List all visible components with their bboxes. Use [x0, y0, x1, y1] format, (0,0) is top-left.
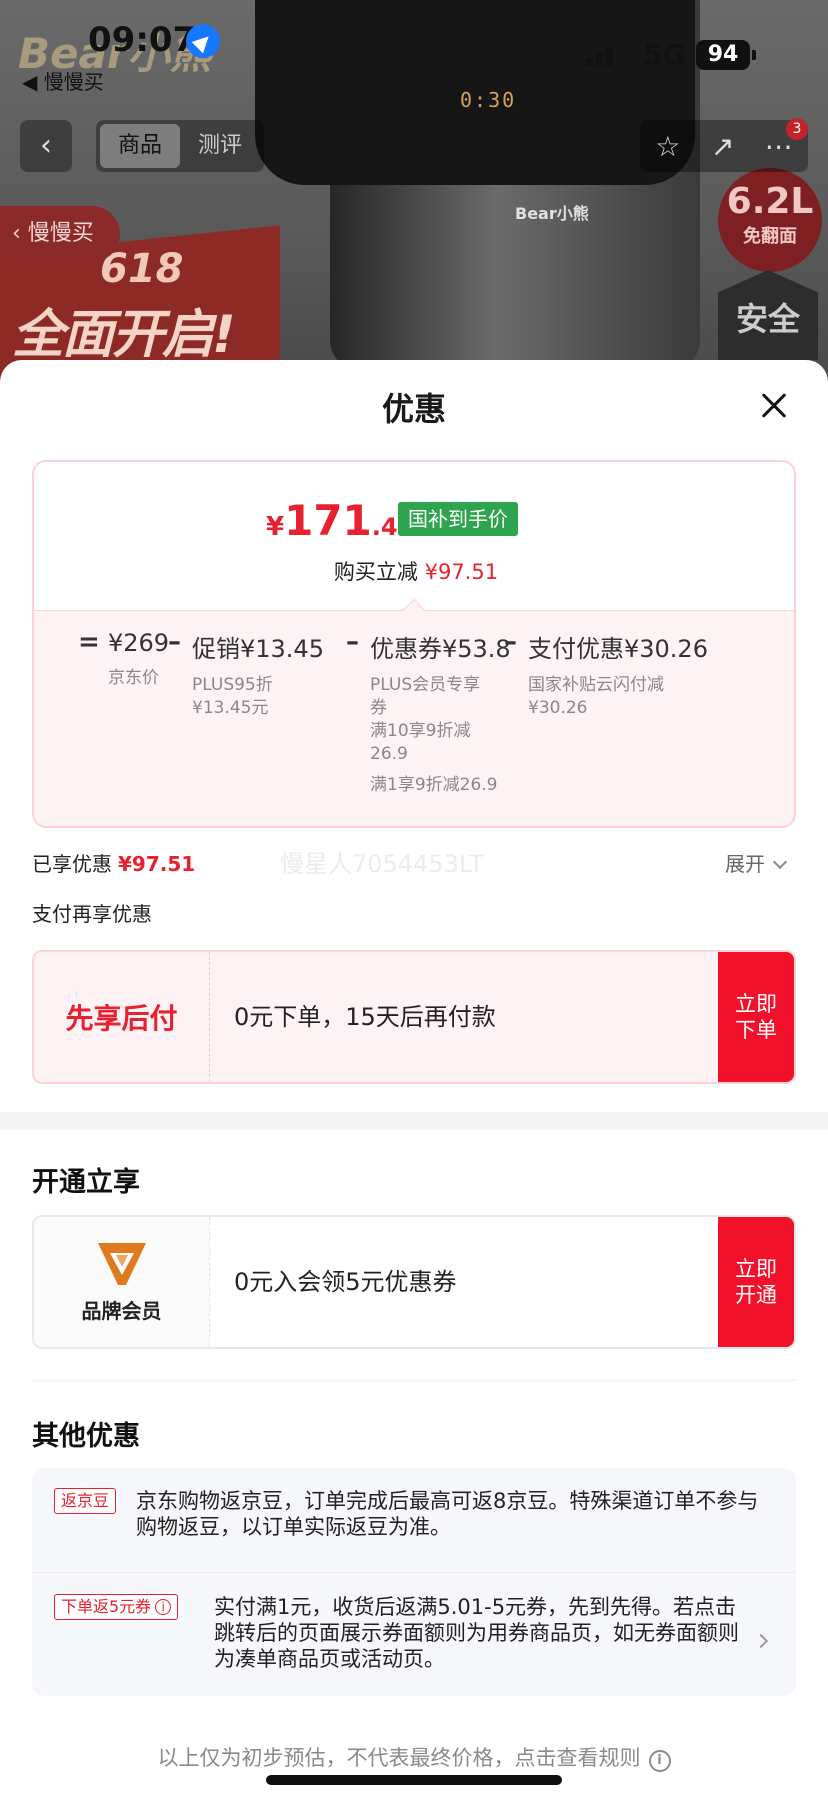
price-summary: ¥171.49 国补到手价 购买立减 ¥97.51 [34, 462, 794, 610]
price-symbol: ¥ [266, 512, 285, 542]
offer-tag: 下单返5元券 i [54, 1594, 179, 1620]
other-section-title: 其他优惠 [32, 1421, 140, 1452]
breakdown-jd-price: ¥269 京东价 [108, 629, 169, 690]
offer-tag: 返京豆 [54, 1488, 117, 1514]
subsidy-price-badge: 国补到手价 [398, 502, 518, 536]
offer-tag-label: 下单返5元券 [61, 1597, 152, 1616]
pay-later-desc: 0元下单，15天后再付款 [234, 1003, 496, 1031]
breakdown-sub: 京东价 [108, 668, 159, 688]
share-icon[interactable]: ↗ [711, 130, 734, 163]
price-card: ¥171.49 国补到手价 购买立减 ¥97.51 = ¥269 京东价 – 促… [32, 460, 796, 828]
final-price: ¥171.49 [266, 496, 414, 545]
enjoyed-discount: 已享优惠 ¥97.51 [32, 848, 195, 877]
network-label: 5G [643, 38, 686, 71]
pay-more-label: 支付再享优惠 [32, 902, 152, 926]
breakdown-coupon: 优惠券¥53.8 PLUS会员专享 券 满10享9折减 26.9 满1享9折减2… [370, 629, 511, 797]
section-gap [0, 1112, 828, 1130]
open-section-title: 开通立享 [32, 1167, 140, 1198]
capacity-value: 6.2L [726, 181, 814, 222]
signal-icon [586, 42, 626, 66]
breakdown-value: 优惠券¥53.8 [370, 635, 511, 663]
tab-review[interactable]: 测评 [180, 124, 260, 168]
capacity-sub: 免翻面 [743, 226, 797, 247]
sheet-title: 优惠 [381, 390, 446, 428]
offer-text: 京东购物返京豆，订单完成后最高可返8京豆。特殊渠道订单不参与购物返豆，以订单实际… [136, 1489, 759, 1539]
product-tabs: 商品 测评 [96, 120, 264, 172]
offer-tag-label: 返京豆 [61, 1491, 110, 1510]
notification-badge: 3 [786, 118, 808, 140]
member-logo-cell: 品牌会员 [34, 1217, 210, 1347]
breakdown-value: ¥269 [108, 629, 170, 657]
pay-later-card: 先享后付 0元下单，15天后再付款 立即下单 [32, 950, 796, 1084]
chevron-right-icon[interactable] [753, 1633, 769, 1649]
member-card: 品牌会员 0元入会领5元优惠券 立即开通 [32, 1215, 796, 1349]
status-time: 09:07 [88, 20, 197, 60]
promo-text: 全面开启! [12, 305, 236, 365]
offer-text: 实付满1元，收货后返满5.01-5元券，先到先得。若点击跳转后的页面展示券面额则… [214, 1595, 739, 1671]
order-now-button[interactable]: 立即下单 [718, 952, 794, 1082]
back-button[interactable]: ‹ [20, 120, 72, 172]
divider [32, 1572, 796, 1573]
status-bar: 09:07 ◀ 慢慢买 5G 94 [0, 0, 828, 100]
equals-sign: = [78, 627, 100, 657]
nav-actions: ☆ ↗ ⋯ [640, 120, 808, 172]
discount-sheet: 优惠 ¥171.49 国补到手价 购买立减 ¥97.51 = ¥269 京东价 … [0, 360, 828, 1795]
capacity-badge: 6.2L 免翻面 [718, 168, 822, 272]
home-indicator [266, 1775, 562, 1785]
enjoyed-label: 已享优惠 [32, 852, 112, 876]
saving-amount: ¥97.51 [424, 560, 499, 584]
safety-badge: 安全 [718, 270, 818, 360]
info-icon[interactable]: i [648, 1750, 671, 1772]
member-desc: 0元入会领5元优惠券 [234, 1268, 457, 1296]
footer-note[interactable]: 以上仅为初步预估，不代表最终价格，点击查看规则 i [0, 1742, 828, 1772]
brand-member-logo-icon [97, 1242, 146, 1285]
breakdown-sub-line: ¥13.45元 [192, 698, 269, 718]
member-label: 品牌会员 [81, 1298, 162, 1323]
expand-button[interactable]: 展开 [725, 848, 788, 877]
pay-later-title-cell: 先享后付 [34, 952, 210, 1082]
breakdown-sub: PLUS会员专享 券 满10享9折减 26.9 满1享9折减26.9 [370, 674, 511, 797]
breakdown-sub-line: 满1享9折减26.9 [370, 775, 498, 795]
saving-label: 购买立减 [333, 560, 418, 584]
breakdown-sub-line: 券 [370, 698, 387, 718]
breakdown-sub: PLUS95折 ¥13.45元 [192, 674, 324, 720]
pay-later-title: 先享后付 [65, 1002, 178, 1035]
user-watermark: 慢星人7054453LT [280, 850, 484, 878]
breakdown-sub-line: 国家补贴云闪付减 [528, 675, 664, 695]
price-breakdown: = ¥269 京东价 – 促销¥13.45 PLUS95折 ¥13.45元 – … [34, 611, 794, 826]
breakdown-sub-line: 26.9 [370, 744, 408, 764]
air-fryer-brand: Bear小熊 [515, 204, 589, 223]
footer-note-text: 以上仅为初步预估，不代表最终价格，点击查看规则 [157, 1746, 641, 1770]
divider [32, 1380, 796, 1381]
tab-product[interactable]: 商品 [100, 124, 180, 168]
minus-sign: – [168, 627, 181, 657]
enjoyed-amount: ¥97.51 [118, 852, 196, 876]
breakdown-sub: 国家补贴云闪付减 ¥30.26 [528, 674, 708, 720]
breakdown-promotion: 促销¥13.45 PLUS95折 ¥13.45元 [192, 629, 324, 720]
expand-label: 展开 [725, 852, 765, 876]
open-member-button[interactable]: 立即开通 [718, 1217, 794, 1347]
minus-sign: – [504, 627, 517, 657]
info-icon[interactable]: i [155, 1599, 172, 1615]
close-icon[interactable] [754, 386, 794, 426]
minus-sign: – [346, 627, 359, 657]
breakdown-sub-line: PLUS95折 [192, 675, 273, 695]
location-arrow-icon [186, 24, 220, 58]
price-integer: 171 [284, 496, 372, 545]
saving-line: 购买立减 ¥97.51 [34, 556, 794, 586]
breakdown-value: 支付优惠¥30.26 [528, 635, 708, 663]
back-to-app-link[interactable]: ◀ 慢慢买 [22, 66, 104, 95]
other-offers-list: 返京豆 京东购物返京豆，订单完成后最高可返8京豆。特殊渠道订单不参与购物返豆，以… [32, 1468, 796, 1696]
star-icon[interactable]: ☆ [655, 130, 680, 163]
battery-indicator: 94 [696, 40, 756, 70]
breakdown-payment: 支付优惠¥30.26 国家补贴云闪付减 ¥30.26 [528, 629, 708, 720]
chevron-down-icon [772, 854, 788, 870]
slow-buy-button[interactable]: ‹ 慢慢买 [0, 206, 120, 262]
breakdown-sub-line: 满10享9折减 [370, 721, 471, 741]
breakdown-sub-line: PLUS会员专享 [370, 675, 481, 695]
breakdown-value: 促销¥13.45 [192, 635, 324, 663]
breakdown-sub-line: ¥30.26 [528, 698, 588, 718]
